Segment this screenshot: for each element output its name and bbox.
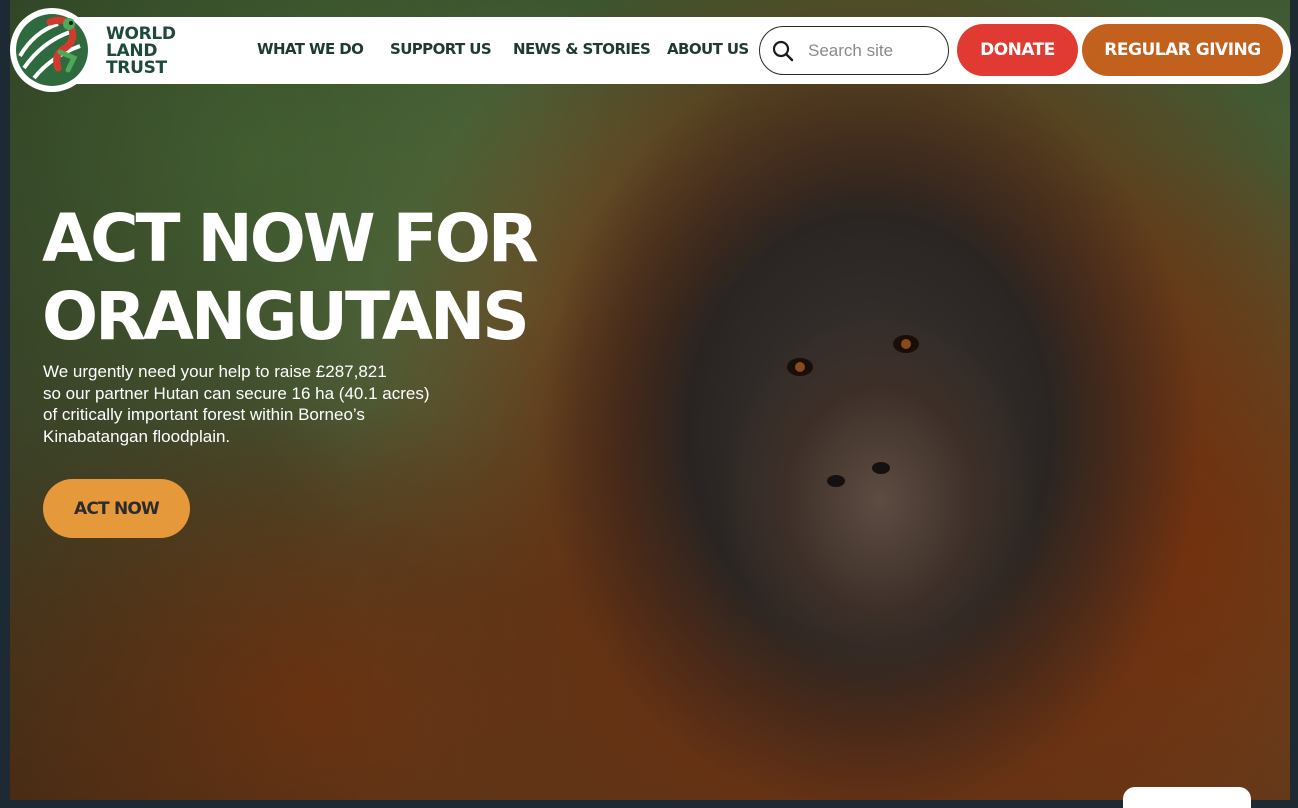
- orangutan-left-nostril: [827, 475, 845, 487]
- orangutan-left-eye: [787, 358, 813, 376]
- orangutan-right-nostril: [872, 462, 890, 474]
- search-input[interactable]: [808, 39, 938, 63]
- logo-line: TRUST: [106, 58, 167, 78]
- act-now-button[interactable]: ACT NOW: [43, 479, 190, 538]
- corner-widget-tab[interactable]: [1123, 787, 1251, 808]
- donate-button[interactable]: DONATE: [957, 24, 1078, 76]
- hero-title-line: ORANGUTANS: [42, 278, 530, 355]
- hero-description-line: Kinabatangan floodplain.: [43, 427, 231, 447]
- nav-support-us[interactable]: SUPPORT US: [390, 40, 492, 58]
- nav-what-we-do[interactable]: WHAT WE DO: [257, 40, 364, 58]
- logo-wordmark[interactable]: WORLD LAND TRUST: [106, 26, 176, 77]
- hero-title: ACT NOW FOR ORANGUTANS: [42, 200, 602, 356]
- orangutan-right-eye: [893, 335, 919, 353]
- hero-description-line: so our partner Hutan can secure 16 ha (4…: [43, 383, 430, 403]
- nav-news-stories[interactable]: NEWS & STORIES: [513, 40, 651, 58]
- hero-description: We urgently need your help to raise £287…: [43, 361, 473, 448]
- logo-badge[interactable]: [10, 8, 94, 92]
- regular-giving-button[interactable]: REGULAR GIVING: [1082, 24, 1283, 76]
- frog-logo-icon: [16, 14, 88, 86]
- nav-about-us[interactable]: ABOUT US: [667, 40, 749, 58]
- search-icon[interactable]: [772, 40, 794, 67]
- search-box[interactable]: [759, 26, 949, 75]
- hero-title-line: ACT NOW FOR: [42, 200, 539, 277]
- hero-description-line: We urgently need your help to raise £287…: [43, 362, 387, 381]
- hero-description-line: of critically important forest within Bo…: [43, 405, 365, 425]
